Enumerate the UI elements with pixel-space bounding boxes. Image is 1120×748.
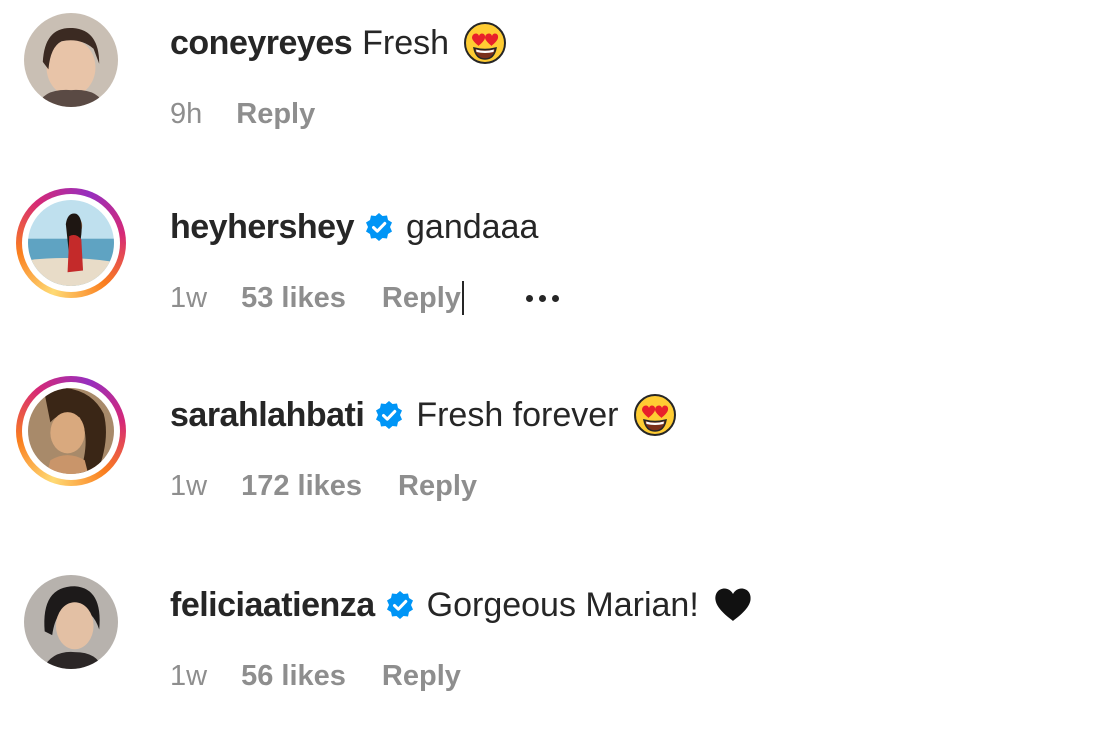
verified-badge-icon xyxy=(385,590,415,620)
comment-username[interactable]: feliciaatienza xyxy=(170,586,375,625)
reply-button[interactable]: Reply xyxy=(236,98,315,131)
comment-username[interactable]: heyhershey xyxy=(170,208,355,247)
comment-text: Fresh xyxy=(362,23,450,62)
reply-button[interactable]: Reply xyxy=(382,282,461,315)
avatar[interactable] xyxy=(28,200,114,286)
avatar[interactable] xyxy=(28,388,114,474)
comment-time[interactable]: 1w xyxy=(170,282,207,315)
comment-main-line: feliciaatienza Gorgeous Marian! xyxy=(170,582,753,628)
more-options-icon[interactable] xyxy=(525,294,559,302)
comment-main-line: heyhershey gandaaa xyxy=(170,204,538,250)
comment-text: gandaaa xyxy=(406,207,539,246)
comment-time[interactable]: 1w xyxy=(170,470,207,503)
comment-username[interactable]: coneyreyes xyxy=(170,24,353,63)
comment-likes[interactable]: 53 likes xyxy=(241,282,346,315)
reply-button[interactable]: Reply xyxy=(398,470,477,503)
comment-text: Fresh forever xyxy=(416,395,619,434)
verified-badge-icon xyxy=(374,400,404,430)
heart-eyes-emoji-icon xyxy=(463,21,507,65)
comment-item: heyhershey gandaaa 1w 53 likes Reply xyxy=(0,188,1120,370)
comment-time[interactable]: 1w xyxy=(170,660,207,693)
comment-meta: 9h Reply xyxy=(170,94,315,134)
comment-item: feliciaatienza Gorgeous Marian! 1w 56 li… xyxy=(0,568,1120,748)
heart-eyes-emoji-icon xyxy=(633,393,677,437)
black-heart-icon xyxy=(713,587,753,623)
comment-main-line: sarahlahbati Fresh forever xyxy=(170,392,677,438)
text-cursor xyxy=(461,281,464,315)
reply-button[interactable]: Reply xyxy=(382,660,461,693)
comment-meta: 1w 172 likes Reply xyxy=(170,466,477,506)
comment-likes[interactable]: 172 likes xyxy=(241,470,362,503)
comment-time[interactable]: 9h xyxy=(170,98,202,131)
comment-text: Gorgeous Marian! xyxy=(426,585,699,624)
comment-username[interactable]: sarahlahbati xyxy=(170,396,365,435)
verified-badge-icon xyxy=(364,212,394,242)
comment-meta: 1w 53 likes Reply xyxy=(170,278,559,318)
comment-likes[interactable]: 56 likes xyxy=(241,660,346,693)
avatar[interactable] xyxy=(24,13,118,107)
avatar[interactable] xyxy=(24,575,118,669)
comment-meta: 1w 56 likes Reply xyxy=(170,656,461,696)
comment-main-line: coneyreyes Fresh xyxy=(170,20,507,66)
comment-item: coneyreyes Fresh 9h Reply xyxy=(0,6,1120,186)
comment-item: sarahlahbati Fresh forever 1w 172 likes … xyxy=(0,376,1120,558)
